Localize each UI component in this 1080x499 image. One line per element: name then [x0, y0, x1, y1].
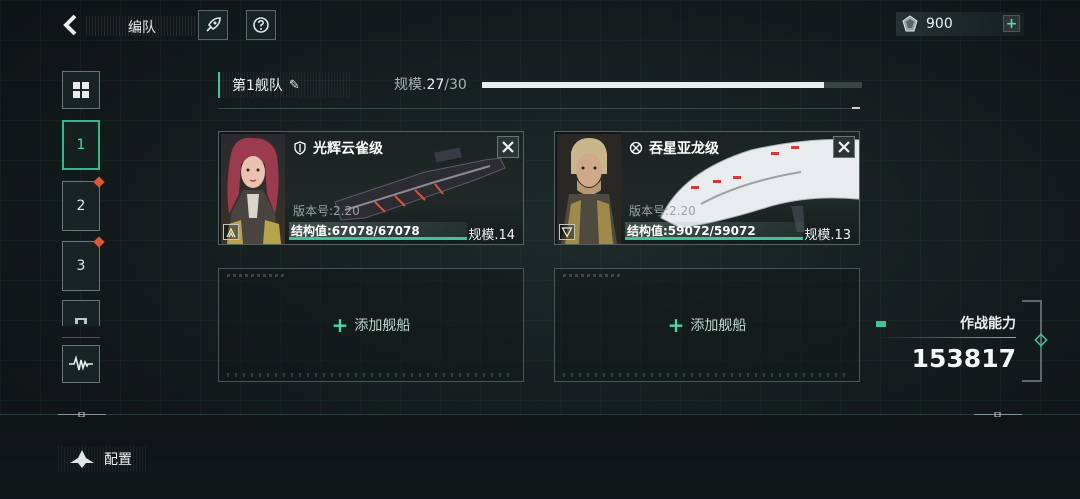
header-divider [218, 107, 860, 109]
notification-dot [93, 236, 105, 248]
scale-progress-bar [482, 82, 862, 88]
config-label: 配置 [104, 452, 132, 468]
close-icon [838, 141, 850, 153]
diamond-icon [1034, 333, 1048, 347]
structure-fill [625, 237, 803, 240]
remove-ship-button[interactable] [497, 136, 519, 158]
fleet-tab-label: 2 [76, 198, 86, 214]
crosshair-icon [629, 141, 643, 155]
marker-decor [974, 412, 1022, 417]
add-ship-text: 添加舰船 [354, 318, 411, 334]
chevron-left-icon [63, 14, 77, 36]
fleet-name: 第1舰队 [232, 78, 283, 94]
shield-icon [294, 141, 306, 155]
ship-name-row: 吞星亚龙级 [629, 138, 719, 158]
structure-fill [289, 237, 467, 240]
add-ship-slot[interactable]: + 添加舰船 [554, 268, 860, 382]
add-ship-label: + 添加舰船 [668, 313, 747, 337]
bottom-band [0, 414, 1080, 499]
fleet-tab-label: 3 [76, 258, 86, 274]
slot-decor [563, 373, 851, 377]
arrows-icon [226, 227, 236, 238]
plus-icon: + [667, 313, 685, 337]
close-icon [502, 141, 514, 153]
ship-name: 光辉云雀级 [313, 141, 383, 157]
fleet-tab-1[interactable]: 1 [62, 120, 100, 170]
marker-decor [58, 412, 106, 417]
fleet-scale-label: 规模.27/30 [394, 74, 467, 94]
structure-bar: 结构值:59072/59072 [625, 222, 803, 240]
ship-config-icon [70, 450, 94, 468]
ship-card[interactable]: 光辉云雀级 版本号:2.20 结构值:67078/67078 规模.14 [218, 131, 524, 245]
plus-icon: + [331, 313, 349, 337]
page-title: 编队 [128, 20, 156, 36]
help-button[interactable] [246, 10, 276, 40]
back-button[interactable] [58, 12, 84, 38]
lock-icon [75, 318, 87, 324]
remove-ship-button[interactable] [833, 136, 855, 158]
triangle-down-icon [561, 227, 573, 238]
add-ship-slot[interactable]: + 添加舰船 [218, 268, 524, 382]
add-currency-button[interactable]: + [1003, 15, 1020, 32]
attack-role-icon [223, 224, 239, 240]
combat-power-value: 153817 [911, 344, 1016, 373]
ship-version: 版本号:2.20 [293, 204, 360, 218]
add-ship-text: 添加舰船 [690, 318, 747, 334]
currency-value: 900 [926, 16, 953, 32]
crystal-icon [902, 15, 918, 32]
power-divider [876, 337, 1016, 338]
ship-scale: 规模.14 [468, 228, 515, 243]
slot-decor [227, 373, 515, 377]
currency-display: 900 + [896, 12, 1024, 36]
scale-max: /30 [444, 77, 467, 93]
ship-button[interactable] [198, 10, 228, 40]
fleet-tab-2[interactable]: 2 [62, 176, 105, 231]
ship-name-row: 光辉云雀级 [293, 138, 383, 158]
add-ship-label: + 添加舰船 [332, 313, 411, 337]
fleet-tab-more[interactable] [62, 300, 100, 326]
scale-current: 27 [426, 77, 445, 93]
ship-card[interactable]: 吞星亚龙级 版本号:2.20 结构值:59072/59072 规模.13 [554, 131, 860, 245]
slot-decor [227, 274, 287, 277]
slot-decor [563, 274, 623, 277]
structure-bar: 结构值:67078/67078 [289, 222, 467, 240]
defense-role-icon [559, 224, 575, 240]
ship-version: 版本号:2.20 [629, 204, 696, 218]
scale-prefix: 规模. [394, 77, 427, 93]
fleet-tab-3[interactable]: 3 [62, 236, 105, 291]
scale-progress-fill [482, 82, 824, 88]
sidebar-divider [62, 337, 100, 338]
help-icon [253, 17, 269, 33]
wave-button[interactable] [62, 345, 100, 383]
config-button[interactable]: 配置 [58, 446, 146, 472]
overview-button[interactable] [62, 71, 100, 109]
combat-power-label: 作战能力 [960, 316, 1016, 332]
notification-dot [93, 176, 105, 188]
ship-name: 吞星亚龙级 [649, 141, 719, 157]
edit-pen-icon[interactable]: ✎ [289, 78, 300, 93]
waveform-icon [69, 355, 93, 371]
combat-power-panel: 作战能力 153817 [876, 300, 1048, 382]
grid-icon [73, 82, 89, 98]
power-indicator-icon [876, 321, 886, 327]
fleet-tab-label: 1 [76, 137, 86, 153]
ship-scale: 规模.13 [804, 228, 851, 243]
fleet-name-tab[interactable]: 第1舰队 ✎ [218, 72, 351, 98]
rocket-icon [206, 17, 221, 32]
